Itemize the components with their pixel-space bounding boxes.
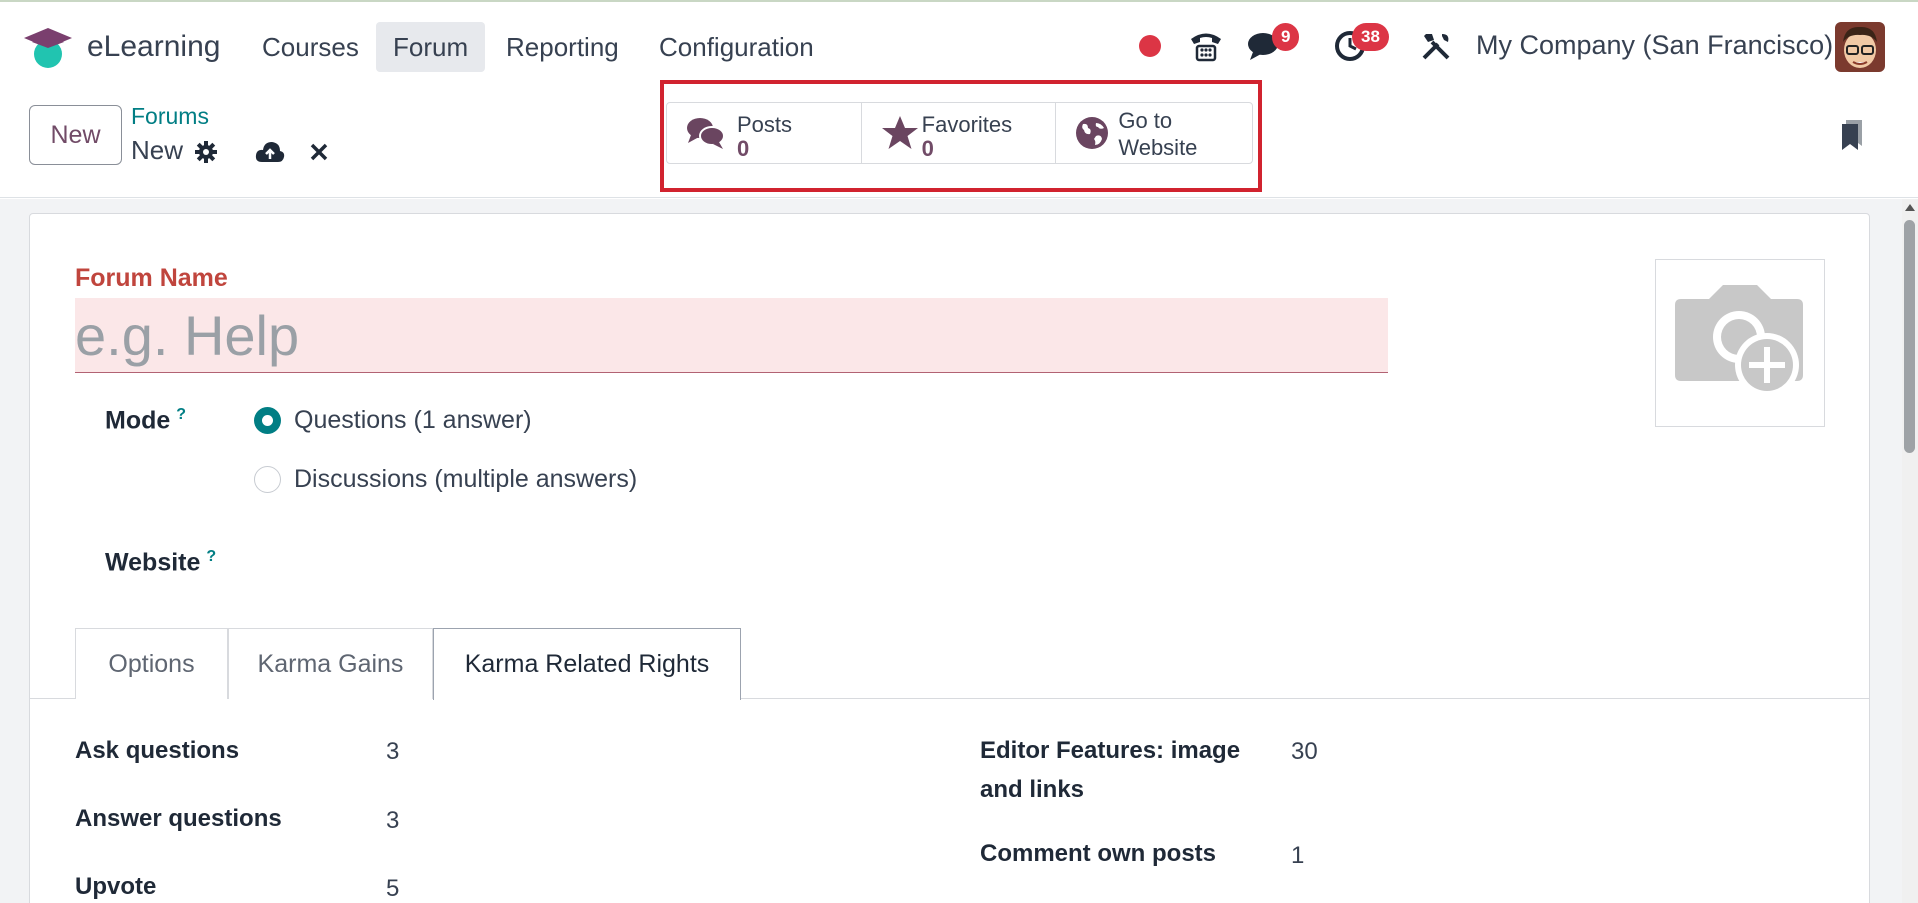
forum-name-label: Forum Name xyxy=(75,264,228,292)
posts-label: Posts xyxy=(737,112,793,137)
menu-reporting[interactable]: Reporting xyxy=(489,22,636,72)
ask-questions-value[interactable]: 3 xyxy=(386,738,399,766)
favorites-smart-button[interactable]: Favorites 0 xyxy=(862,103,1057,163)
upvote-value[interactable]: 5 xyxy=(386,875,399,903)
status-dot-icon[interactable] xyxy=(1130,24,1170,68)
camera-add-icon xyxy=(1675,285,1803,397)
app-name[interactable]: eLearning xyxy=(87,30,220,64)
posts-smart-button[interactable]: Posts 0 xyxy=(667,103,862,163)
star-icon xyxy=(880,115,920,151)
top-navbar: eLearning Courses Forum Reporting Config… xyxy=(0,0,1918,91)
website-field-label: Website? xyxy=(105,548,217,577)
messages-badge: 9 xyxy=(1272,23,1300,51)
phone-icon[interactable] xyxy=(1186,24,1226,68)
tab-options[interactable]: Options xyxy=(75,628,228,699)
close-icon[interactable] xyxy=(303,136,335,168)
mode-discussions-label[interactable]: Discussions (multiple answers) xyxy=(294,465,637,494)
forum-name-input[interactable] xyxy=(75,298,1388,373)
tools-icon[interactable] xyxy=(1416,24,1456,68)
activities-badge: 38 xyxy=(1352,23,1389,51)
forum-image-upload[interactable] xyxy=(1655,259,1825,427)
company-switcher[interactable]: My Company (San Francisco) xyxy=(1476,30,1833,61)
go-to-label: Go to xyxy=(1118,108,1173,133)
scrollbar-thumb[interactable] xyxy=(1904,220,1915,453)
mode-help-tooltip[interactable]: ? xyxy=(176,406,186,423)
menu-configuration[interactable]: Configuration xyxy=(642,22,831,72)
editor-features-label-line1: Editor Features: image xyxy=(980,737,1241,764)
website-help-tooltip[interactable]: ? xyxy=(206,548,216,565)
ask-questions-label: Ask questions xyxy=(75,737,240,764)
new-button[interactable]: New xyxy=(29,105,122,165)
go-to-website-smart-button[interactable]: Go to Website xyxy=(1056,103,1252,163)
editor-features-value[interactable]: 30 xyxy=(1291,738,1318,766)
smart-button-bar: Posts 0 Favorites 0 Go to Website xyxy=(666,102,1253,164)
posts-count: 0 xyxy=(737,136,750,161)
mode-discussions-radio[interactable] xyxy=(254,466,281,493)
website-label: Website xyxy=(1118,135,1198,160)
menu-courses[interactable]: Courses xyxy=(245,22,376,72)
tab-karma-gains[interactable]: Karma Gains xyxy=(228,628,433,699)
breadcrumb-forums[interactable]: Forums xyxy=(131,103,209,130)
record-name: New xyxy=(131,135,184,165)
upvote-label: Upvote xyxy=(75,873,157,900)
answer-questions-value[interactable]: 3 xyxy=(386,807,399,835)
user-avatar[interactable] xyxy=(1835,22,1885,72)
comment-own-posts-value[interactable]: 1 xyxy=(1291,842,1304,870)
mode-questions-label[interactable]: Questions (1 answer) xyxy=(294,406,532,435)
tab-karma-related-rights[interactable]: Karma Related Rights xyxy=(433,628,741,700)
cloud-upload-icon[interactable] xyxy=(254,136,286,168)
favorites-count: 0 xyxy=(921,136,934,161)
website-field[interactable] xyxy=(254,540,754,580)
menu-forum[interactable]: Forum xyxy=(376,22,486,72)
gear-icon[interactable] xyxy=(190,136,222,168)
scroll-up-arrow-icon[interactable] xyxy=(1905,204,1915,211)
answer-questions-label: Answer questions xyxy=(75,805,282,832)
comments-icon xyxy=(685,115,725,151)
favorites-label: Favorites xyxy=(921,112,1013,137)
editor-features-label-line2: and links xyxy=(980,776,1085,803)
globe-icon xyxy=(1074,115,1114,151)
mode-questions-radio[interactable] xyxy=(254,407,281,434)
comment-own-posts-label: Comment own posts xyxy=(980,840,1217,867)
elearning-logo-icon[interactable] xyxy=(22,26,74,70)
mode-label: Mode? xyxy=(105,406,187,435)
bookmark-icon[interactable] xyxy=(1837,119,1869,151)
